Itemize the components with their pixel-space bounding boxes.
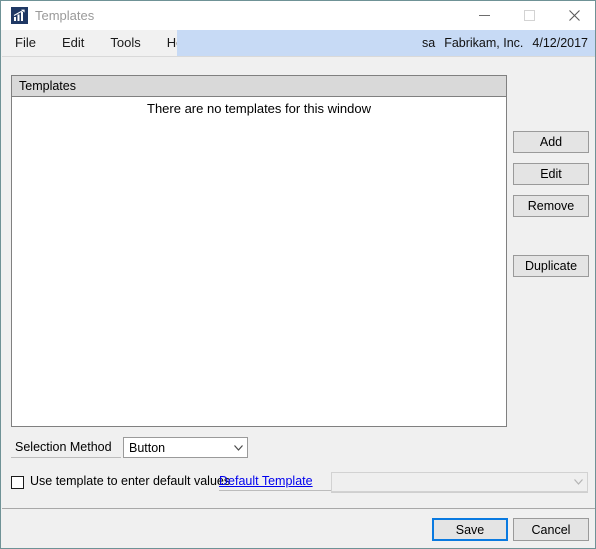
use-template-checkbox[interactable] bbox=[11, 476, 24, 489]
maximize-icon[interactable] bbox=[507, 1, 552, 30]
chevron-down-icon bbox=[229, 444, 247, 451]
default-template-dropdown[interactable] bbox=[331, 472, 588, 492]
menu-item-list: File Edit Tools Help bbox=[2, 30, 206, 56]
status-date: 4/12/2017 bbox=[532, 36, 588, 50]
templates-empty-message: There are no templates for this window bbox=[147, 101, 371, 116]
status-company: Fabrikam, Inc. bbox=[444, 36, 524, 50]
default-template-field-underline bbox=[219, 490, 331, 491]
footer-separator bbox=[2, 508, 595, 509]
selection-method-dropdown[interactable]: Button bbox=[123, 437, 248, 458]
chevron-down-icon-disabled bbox=[569, 479, 587, 485]
title-bar: Templates bbox=[1, 1, 595, 30]
save-button[interactable]: Save bbox=[432, 518, 508, 541]
selection-method-underline bbox=[11, 457, 121, 458]
edit-button[interactable]: Edit bbox=[513, 163, 589, 185]
templates-group-header: Templates bbox=[12, 76, 506, 97]
remove-button[interactable]: Remove bbox=[513, 195, 589, 217]
status-user: sa bbox=[422, 36, 436, 50]
templates-window: Templates File Edit Tools Help sa Fabri bbox=[0, 0, 596, 549]
default-template-link[interactable]: Default Template bbox=[219, 474, 313, 488]
status-strip: sa Fabrikam, Inc. 4/12/2017 bbox=[177, 30, 595, 56]
menu-item-file[interactable]: File bbox=[2, 30, 49, 56]
templates-group-box: Templates There are no templates for thi… bbox=[11, 75, 507, 427]
menu-bar: File Edit Tools Help sa Fabrikam, Inc. 4… bbox=[2, 30, 595, 57]
chart-app-icon bbox=[11, 7, 28, 24]
close-icon[interactable] bbox=[552, 1, 595, 30]
selection-method-label: Selection Method bbox=[15, 440, 112, 454]
window-title: Templates bbox=[35, 8, 95, 23]
minimize-icon[interactable] bbox=[462, 1, 507, 30]
menu-item-edit[interactable]: Edit bbox=[49, 30, 97, 56]
selection-method-value: Button bbox=[129, 440, 166, 455]
templates-list[interactable]: There are no templates for this window bbox=[12, 97, 506, 426]
use-template-checkbox-label: Use template to enter default values bbox=[30, 474, 231, 488]
default-template-dropdown-shadow bbox=[331, 492, 588, 493]
duplicate-button[interactable]: Duplicate bbox=[513, 255, 589, 277]
menu-item-tools[interactable]: Tools bbox=[97, 30, 153, 56]
add-button[interactable]: Add bbox=[513, 131, 589, 153]
cancel-button[interactable]: Cancel bbox=[513, 518, 589, 541]
